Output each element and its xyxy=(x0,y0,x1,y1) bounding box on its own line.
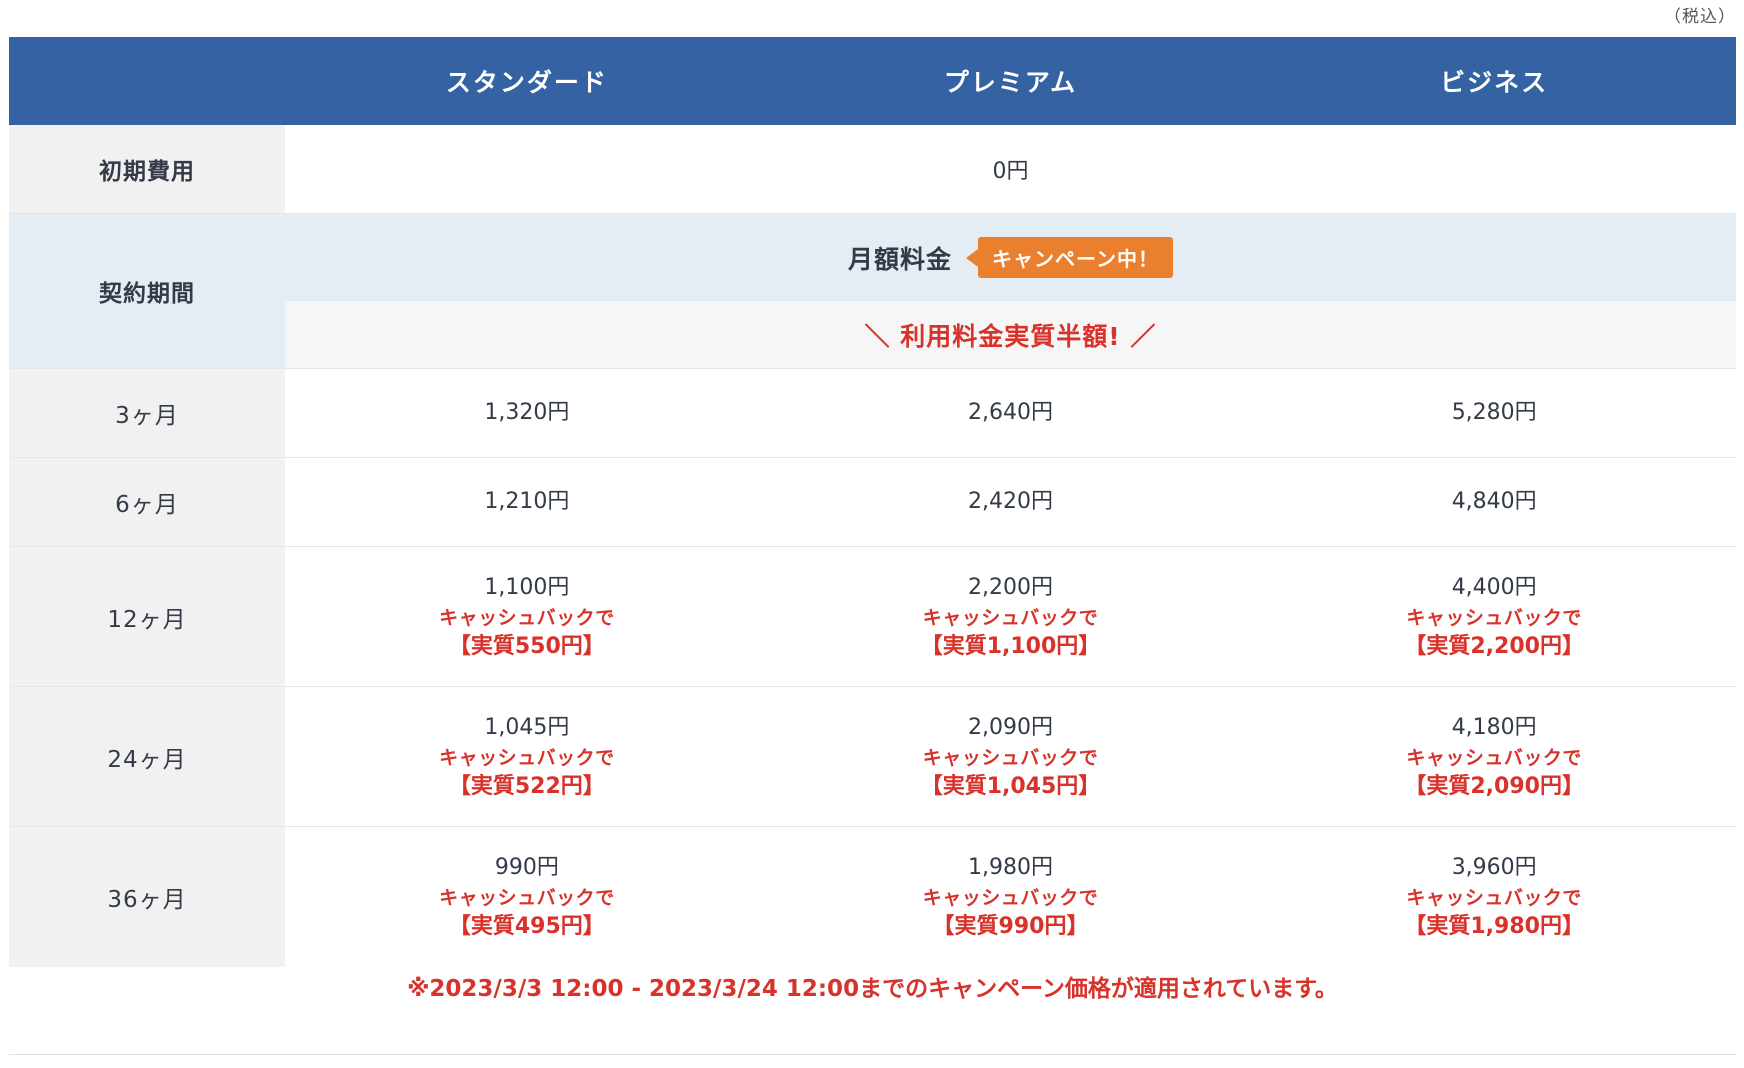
monthly-price: 3,960円 xyxy=(1451,855,1537,880)
price-cell: 4,400円 キャッシュバックで 【実質2,200円】 xyxy=(1252,547,1736,686)
monthly-fee-label: 月額料金 xyxy=(847,244,952,274)
price-cell: 4,180円 キャッシュバックで 【実質2,090円】 xyxy=(1252,687,1736,826)
effective-price: 【実質550円】 xyxy=(448,633,605,659)
price-cell: 1,100円 キャッシュバックで 【実質550円】 xyxy=(285,547,769,686)
contract-period-info: 月額料金 キャンペーン中！ ＼ 利用料金実質半額! ／ xyxy=(285,214,1736,368)
cashback-label: キャッシュバックで xyxy=(922,746,1099,769)
price-cell: 2,420円 xyxy=(769,458,1253,546)
price-cell: 2,640円 xyxy=(769,369,1253,457)
effective-price: 【実質2,200円】 xyxy=(1404,633,1584,659)
monthly-price: 1,980円 xyxy=(968,855,1053,880)
monthly-price: 5,280円 xyxy=(1451,400,1537,425)
header-corner xyxy=(9,37,285,125)
plan-premium-header: プレミアム xyxy=(943,68,1078,97)
period-label: 24ヶ月 xyxy=(9,687,285,826)
tax-included-note: （税込） xyxy=(1664,7,1736,27)
half-price-banner: ＼ 利用料金実質半額! ／ xyxy=(285,301,1736,368)
period-label: 3ヶ月 xyxy=(9,369,285,457)
monthly-price: 1,210円 xyxy=(484,489,570,514)
monthly-price: 990円 xyxy=(494,855,559,880)
period-label: 12ヶ月 xyxy=(9,547,285,686)
cashback-label: キャッシュバックで xyxy=(922,606,1099,629)
effective-price: 【実質1,045円】 xyxy=(920,773,1101,799)
effective-price: 【実質495円】 xyxy=(448,914,605,939)
monthly-price: 4,840円 xyxy=(1451,489,1537,514)
plan-standard-header: スタンダード xyxy=(445,68,608,97)
contract-period-label: 契約期間 xyxy=(9,214,285,368)
table-row: 24ヶ月 1,045円 キャッシュバックで 【実質522円】 2,090円 キャ… xyxy=(9,687,1736,827)
cashback-label: キャッシュバックで xyxy=(1406,606,1582,629)
campaign-period-footnote: ※2023/3/3 12:00 - 2023/3/24 12:00までのキャンペ… xyxy=(407,976,1338,1002)
cashback-label: キャッシュバックで xyxy=(1406,887,1582,909)
table-row: 3ヶ月 1,320円 2,640円 5,280円 xyxy=(9,369,1736,458)
table-row: 36ヶ月 990円 キャッシュバックで 【実質495円】 1,980円 キャッシ… xyxy=(9,827,1736,967)
monthly-price: 2,420円 xyxy=(968,489,1053,514)
plan-header-row: スタンダード プレミアム ビジネス xyxy=(9,37,1736,125)
cashback-label: キャッシュバックで xyxy=(922,887,1099,909)
monthly-price: 4,400円 xyxy=(1451,574,1537,600)
price-cell: 2,090円 キャッシュバックで 【実質1,045円】 xyxy=(769,687,1253,826)
initial-cost-label: 初期費用 xyxy=(9,125,285,213)
period-label: 36ヶ月 xyxy=(9,827,285,967)
effective-price: 【実質2,090円】 xyxy=(1404,773,1584,799)
plan-business-header: ビジネス xyxy=(1440,68,1549,97)
cashback-label: キャッシュバックで xyxy=(1406,746,1582,769)
monthly-price: 1,045円 xyxy=(484,714,570,740)
price-cell: 990円 キャッシュバックで 【実質495円】 xyxy=(285,827,769,967)
monthly-price: 2,640円 xyxy=(968,400,1053,425)
table-row: 12ヶ月 1,100円 キャッシュバックで 【実質550円】 2,200円 キャ… xyxy=(9,547,1736,687)
initial-cost-row: 初期費用 0円 xyxy=(9,125,1736,214)
price-cell: 1,320円 xyxy=(285,369,769,457)
price-cell: 5,280円 xyxy=(1252,369,1736,457)
price-cell: 1,045円 キャッシュバックで 【実質522円】 xyxy=(285,687,769,826)
price-cell: 1,210円 xyxy=(285,458,769,546)
monthly-price: 2,090円 xyxy=(968,714,1053,740)
price-cell: 1,980円 キャッシュバックで 【実質990円】 xyxy=(769,827,1253,967)
contract-period-row: 契約期間 月額料金 キャンペーン中！ ＼ 利用料金実質半額! ／ xyxy=(9,214,1736,369)
effective-price: 【実質1,980円】 xyxy=(1404,914,1584,939)
cashback-label: キャッシュバックで xyxy=(439,746,615,769)
monthly-price: 4,180円 xyxy=(1451,714,1537,740)
bottom-divider xyxy=(9,1054,1736,1055)
monthly-price: 1,320円 xyxy=(484,400,570,425)
monthly-fee-heading: 月額料金 キャンペーン中！ xyxy=(285,214,1736,301)
price-cell: 4,840円 xyxy=(1252,458,1736,546)
cashback-label: キャッシュバックで xyxy=(439,606,615,629)
initial-cost-value: 0円 xyxy=(992,159,1029,184)
period-label: 6ヶ月 xyxy=(9,458,285,546)
price-cell: 2,200円 キャッシュバックで 【実質1,100円】 xyxy=(769,547,1253,686)
effective-price: 【実質1,100円】 xyxy=(920,633,1101,659)
effective-price: 【実質522円】 xyxy=(448,773,605,799)
cashback-label: キャッシュバックで xyxy=(439,887,615,909)
effective-price: 【実質990円】 xyxy=(932,914,1089,939)
campaign-badge: キャンペーン中！ xyxy=(966,237,1173,278)
pricing-table: スタンダード プレミアム ビジネス 初期費用 0円 契約期間 月額料金 キャンペ… xyxy=(9,37,1736,967)
monthly-price: 2,200円 xyxy=(968,574,1053,600)
table-row: 6ヶ月 1,210円 2,420円 4,840円 xyxy=(9,458,1736,547)
price-cell: 3,960円 キャッシュバックで 【実質1,980円】 xyxy=(1252,827,1736,967)
monthly-price: 1,100円 xyxy=(484,574,570,600)
